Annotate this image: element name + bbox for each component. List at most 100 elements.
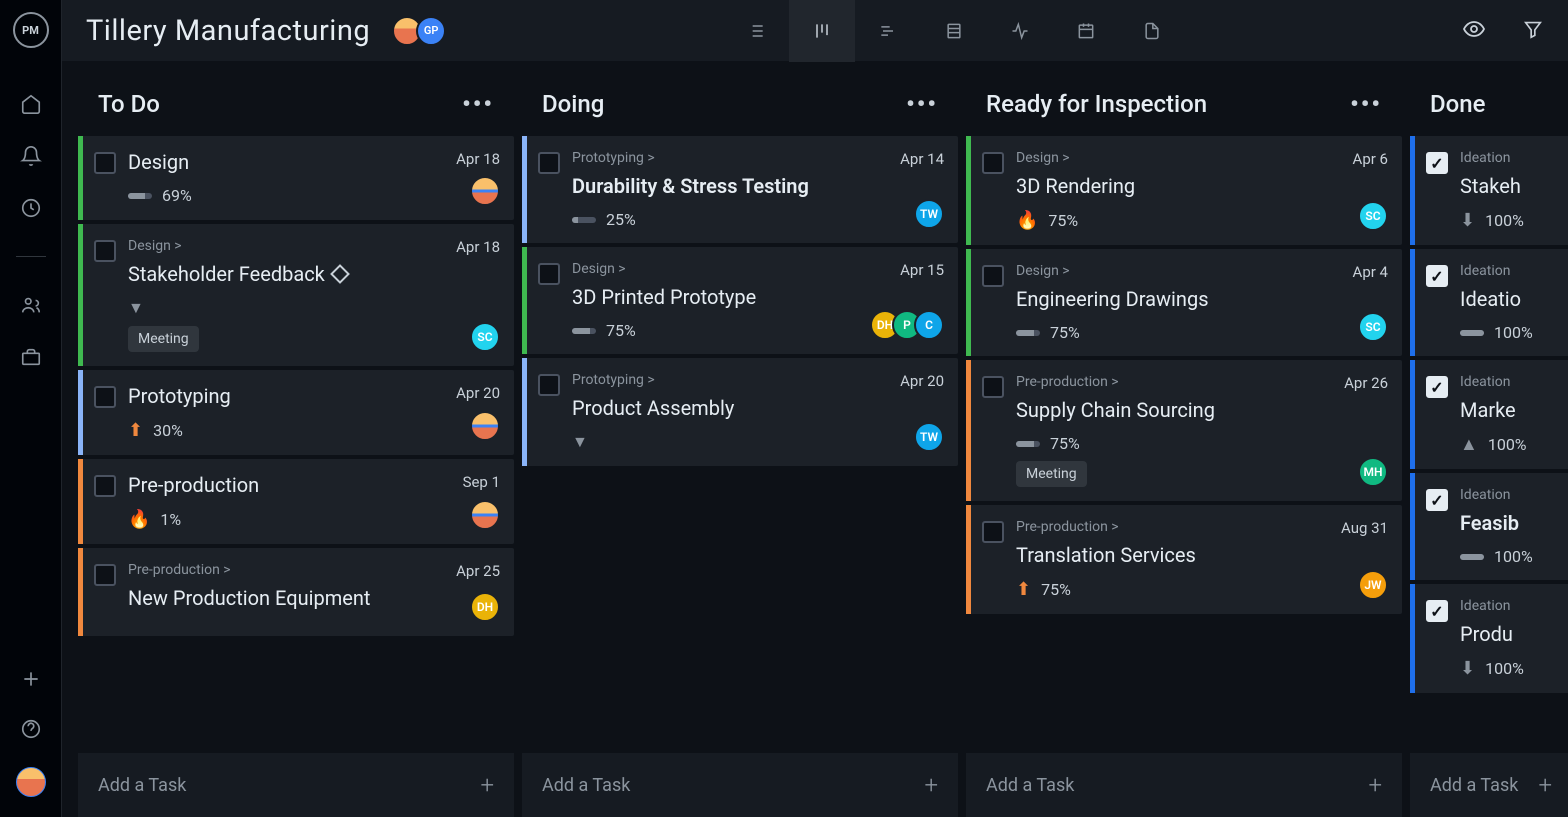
task-card[interactable]: Ideation Ideatio 100% [1410, 249, 1568, 356]
task-checkbox[interactable] [982, 376, 1004, 398]
add-icon[interactable] [19, 667, 43, 691]
help-icon[interactable] [19, 717, 43, 741]
card-status-stripe [78, 370, 83, 455]
assignee-avatar[interactable]: MH [1358, 457, 1388, 487]
progress-bar [1460, 554, 1484, 560]
app-logo[interactable]: PM [13, 12, 49, 48]
task-card[interactable]: Ideation Stakeh ⬇ 100% [1410, 136, 1568, 245]
add-task-button[interactable]: Add a Task+ [522, 753, 958, 817]
card-tag[interactable]: Meeting [1016, 461, 1087, 487]
assignee-avatar[interactable]: SC [1358, 201, 1388, 231]
card-status-stripe [522, 358, 527, 466]
task-card[interactable]: Design 69% Apr 18 [78, 136, 514, 220]
task-checkbox[interactable] [1426, 376, 1448, 398]
task-checkbox[interactable] [1426, 600, 1448, 622]
task-checkbox[interactable] [538, 374, 560, 396]
team-icon[interactable] [19, 293, 43, 317]
card-title: 3D Rendering [1016, 174, 1341, 198]
task-card[interactable]: Design > 3D Rendering 🔥 75% Apr 6 SC [966, 136, 1402, 245]
progress-percent: 100% [1485, 659, 1524, 678]
task-card[interactable]: Pre-production > New Production Equipmen… [78, 548, 514, 636]
task-checkbox[interactable] [1426, 152, 1448, 174]
card-status-stripe [1410, 473, 1415, 580]
task-card[interactable]: Design > 3D Printed Prototype 75% Apr 15… [522, 247, 958, 354]
task-checkbox[interactable] [982, 152, 1004, 174]
assignee-avatar[interactable]: DH [470, 592, 500, 622]
card-status-stripe [1410, 136, 1415, 245]
progress-percent: 75% [606, 321, 636, 340]
calendar-view-tab[interactable] [1053, 0, 1119, 62]
card-title: Produ [1460, 622, 1558, 646]
project-members[interactable]: GP [398, 16, 446, 46]
sidebar-nav: PM [0, 0, 62, 817]
plus-icon: + [1368, 771, 1382, 799]
task-card[interactable]: Prototyping > Durability & Stress Testin… [522, 136, 958, 243]
task-card[interactable]: Ideation Marke ▲ 100% [1410, 360, 1568, 469]
expand-toggle[interactable]: ▼ [128, 298, 444, 318]
progress-percent: 30% [153, 421, 183, 440]
assignee-avatar[interactable]: JW [1358, 570, 1388, 600]
sheet-view-tab[interactable] [921, 0, 987, 62]
assignee-avatar[interactable]: C [914, 310, 944, 340]
task-card[interactable]: Prototyping ⬆ 30% Apr 20 [78, 370, 514, 455]
board-view-tab[interactable] [789, 0, 855, 62]
task-checkbox[interactable] [982, 521, 1004, 543]
assignee-avatar[interactable]: TW [914, 199, 944, 229]
assignee-avatar[interactable]: SC [470, 322, 500, 352]
task-checkbox[interactable] [1426, 489, 1448, 511]
card-tag[interactable]: Meeting [128, 326, 199, 352]
task-checkbox[interactable] [94, 475, 116, 497]
task-checkbox[interactable] [94, 564, 116, 586]
task-checkbox[interactable] [1426, 265, 1448, 287]
add-task-button[interactable]: Add a Task+ [1410, 753, 1568, 817]
task-card[interactable]: Design > Stakeholder Feedback ▼ Meeting … [78, 224, 514, 366]
task-card[interactable]: Design > Engineering Drawings 75% Apr 4 … [966, 249, 1402, 356]
task-checkbox[interactable] [538, 263, 560, 285]
task-card[interactable]: Prototyping > Product Assembly ▼ Apr 20 … [522, 358, 958, 466]
card-due-date: Apr 25 [456, 562, 500, 580]
visibility-icon[interactable] [1462, 17, 1486, 45]
card-parent-path: Pre-production > [128, 562, 444, 578]
task-card[interactable]: Pre-production > Translation Services ⬆ … [966, 505, 1402, 614]
add-task-button[interactable]: Add a Task+ [966, 753, 1402, 817]
briefcase-icon[interactable] [19, 345, 43, 369]
task-checkbox[interactable] [94, 152, 116, 174]
card-status-stripe [966, 505, 971, 614]
assignee-avatar[interactable]: TW [914, 422, 944, 452]
card-title: Stakeh [1460, 174, 1558, 198]
task-checkbox[interactable] [538, 152, 560, 174]
gantt-view-tab[interactable] [855, 0, 921, 62]
progress-percent: 75% [1041, 580, 1071, 599]
task-checkbox[interactable] [94, 386, 116, 408]
bell-icon[interactable] [19, 144, 43, 168]
user-avatar[interactable] [16, 767, 46, 797]
column-menu-button[interactable]: ••• [906, 90, 938, 118]
add-task-button[interactable]: Add a Task+ [78, 753, 514, 817]
progress-bar [128, 193, 152, 199]
task-card[interactable]: Ideation Produ ⬇ 100% [1410, 584, 1568, 693]
activity-view-tab[interactable] [987, 0, 1053, 62]
card-status-stripe [78, 136, 83, 220]
file-view-tab[interactable] [1119, 0, 1185, 62]
list-view-tab[interactable] [723, 0, 789, 62]
column-menu-button[interactable]: ••• [1350, 90, 1382, 118]
priority-fire-icon: 🔥 [1016, 210, 1038, 231]
card-title: Prototyping [128, 384, 444, 408]
card-due-date: Apr 20 [456, 384, 500, 402]
clock-icon[interactable] [19, 196, 43, 220]
column-menu-button[interactable]: ••• [462, 90, 494, 118]
task-card[interactable]: Ideation Feasib 100% [1410, 473, 1568, 580]
priority-up-icon: ⬆ [1016, 579, 1031, 600]
task-card[interactable]: Pre-production > Supply Chain Sourcing 7… [966, 360, 1402, 501]
home-icon[interactable] [19, 92, 43, 116]
expand-toggle[interactable]: ▼ [572, 432, 888, 452]
priority-up-icon: ▲ [1460, 434, 1478, 455]
task-checkbox[interactable] [982, 265, 1004, 287]
task-card[interactable]: Pre-production 🔥 1% Sep 1 [78, 459, 514, 544]
assignee-avatar[interactable] [470, 500, 500, 530]
assignee-avatar[interactable] [470, 176, 500, 206]
filter-icon[interactable] [1522, 18, 1544, 44]
assignee-avatar[interactable] [470, 411, 500, 441]
assignee-avatar[interactable]: SC [1358, 312, 1388, 342]
task-checkbox[interactable] [94, 240, 116, 262]
